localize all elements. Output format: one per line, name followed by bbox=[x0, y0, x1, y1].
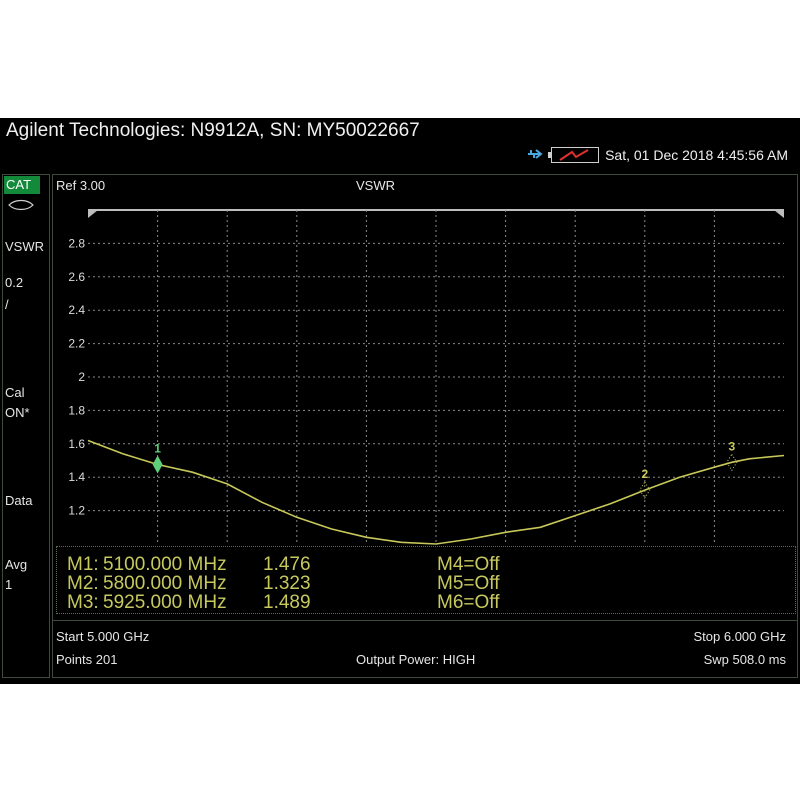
y-tick-label: 2.4 bbox=[68, 303, 85, 317]
left-limit-marker bbox=[88, 210, 98, 218]
marker-row-4: M4=Off bbox=[437, 554, 500, 575]
start-frequency[interactable]: Start 5.000 GHz bbox=[56, 629, 149, 644]
marker-row-2: M2: 5800.000 MHz 1.323 bbox=[67, 573, 311, 594]
points-count[interactable]: Points 201 bbox=[56, 652, 117, 667]
marker-row-3: M3: 5925.000 MHz 1.489 bbox=[67, 592, 311, 613]
right-limit-marker bbox=[774, 210, 784, 218]
marker-row-5: M5=Off bbox=[437, 573, 500, 594]
marker-3-label: 3 bbox=[728, 439, 735, 453]
y-tick-label: 1.2 bbox=[68, 504, 85, 518]
instrument-screen: Agilent Technologies: N9912A, SN: MY5002… bbox=[0, 118, 800, 684]
y-tick-label: 1.8 bbox=[68, 403, 85, 417]
marker-row-1: M1: 5100.000 MHz 1.476 bbox=[67, 554, 311, 575]
marker-1-label: 1 bbox=[154, 442, 161, 456]
y-tick-label: 1.6 bbox=[68, 437, 85, 451]
y-tick-label: 2.2 bbox=[68, 337, 85, 351]
y-tick-label: 1.4 bbox=[68, 470, 85, 484]
marker-row-6: M6=Off bbox=[437, 592, 500, 613]
marker-1-diamond bbox=[152, 455, 163, 474]
marker-table: M1: 5100.000 MHz 1.476 M2: 5800.000 MHz 1.32… bbox=[56, 546, 796, 614]
footer-bar: Start 5.000 GHz Stop 6.000 GHz Points 20… bbox=[52, 620, 798, 679]
y-tick-label: 2 bbox=[78, 370, 85, 384]
y-tick-label: 2.8 bbox=[68, 236, 85, 250]
sweep-time: Swp 508.0 ms bbox=[703, 652, 786, 667]
y-tick-label: 2.6 bbox=[68, 270, 85, 284]
output-power: Output Power: HIGH bbox=[356, 652, 476, 667]
stop-frequency[interactable]: Stop 6.000 GHz bbox=[694, 629, 787, 644]
marker-2-label: 2 bbox=[641, 467, 648, 481]
